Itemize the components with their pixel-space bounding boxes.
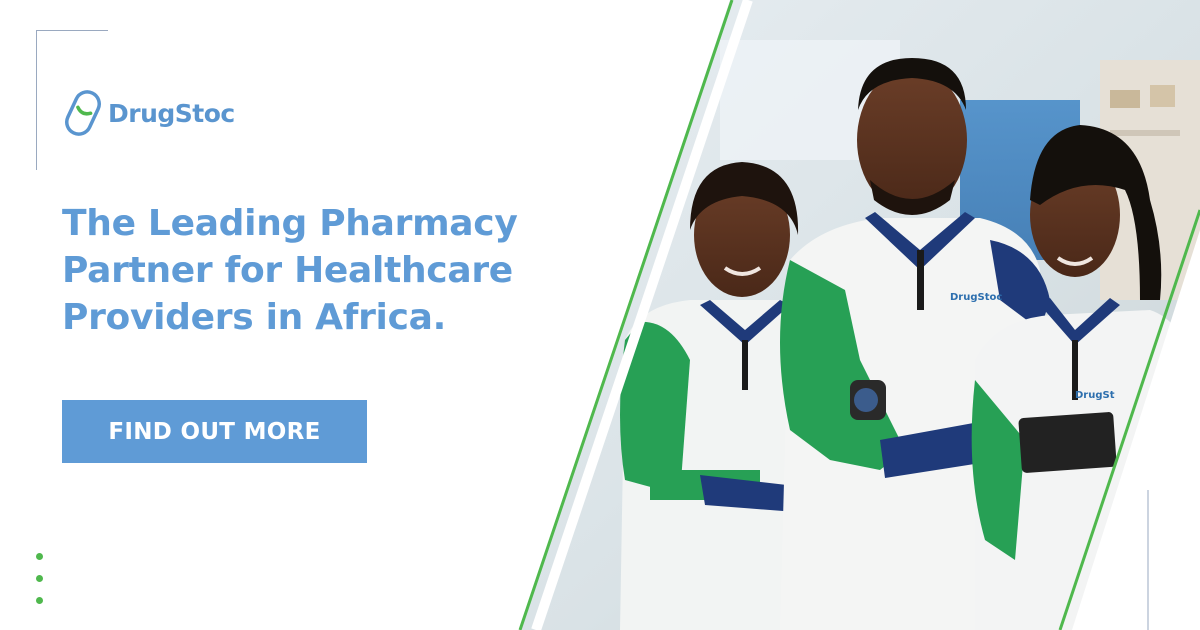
- corner-bracket-horizontal: [36, 30, 108, 31]
- headline-line-1: The Leading Pharmacy: [62, 203, 518, 244]
- find-out-more-button[interactable]: FIND OUT MORE: [62, 400, 367, 463]
- banner: DrugStoc DrugSt DrugStoc The Leading Pha…: [0, 0, 1200, 630]
- decor-dot: [36, 575, 43, 582]
- headline-line-2: Partner for Healthcare: [62, 250, 513, 291]
- headline-line-3: Providers in Africa.: [62, 297, 447, 338]
- decor-dot: [36, 597, 43, 604]
- decor-dot: [36, 553, 43, 560]
- corner-bracket-vertical: [36, 30, 37, 170]
- brand-name: DrugStoc: [108, 98, 235, 128]
- hero-headline: The Leading Pharmacy Partner for Healthc…: [62, 200, 622, 341]
- pill-icon: [65, 90, 101, 136]
- brand-logo[interactable]: DrugStoc: [64, 88, 235, 138]
- uniform-logo: DrugStoc: [950, 292, 1002, 303]
- svg-text:DrugSt: DrugSt: [1075, 390, 1115, 401]
